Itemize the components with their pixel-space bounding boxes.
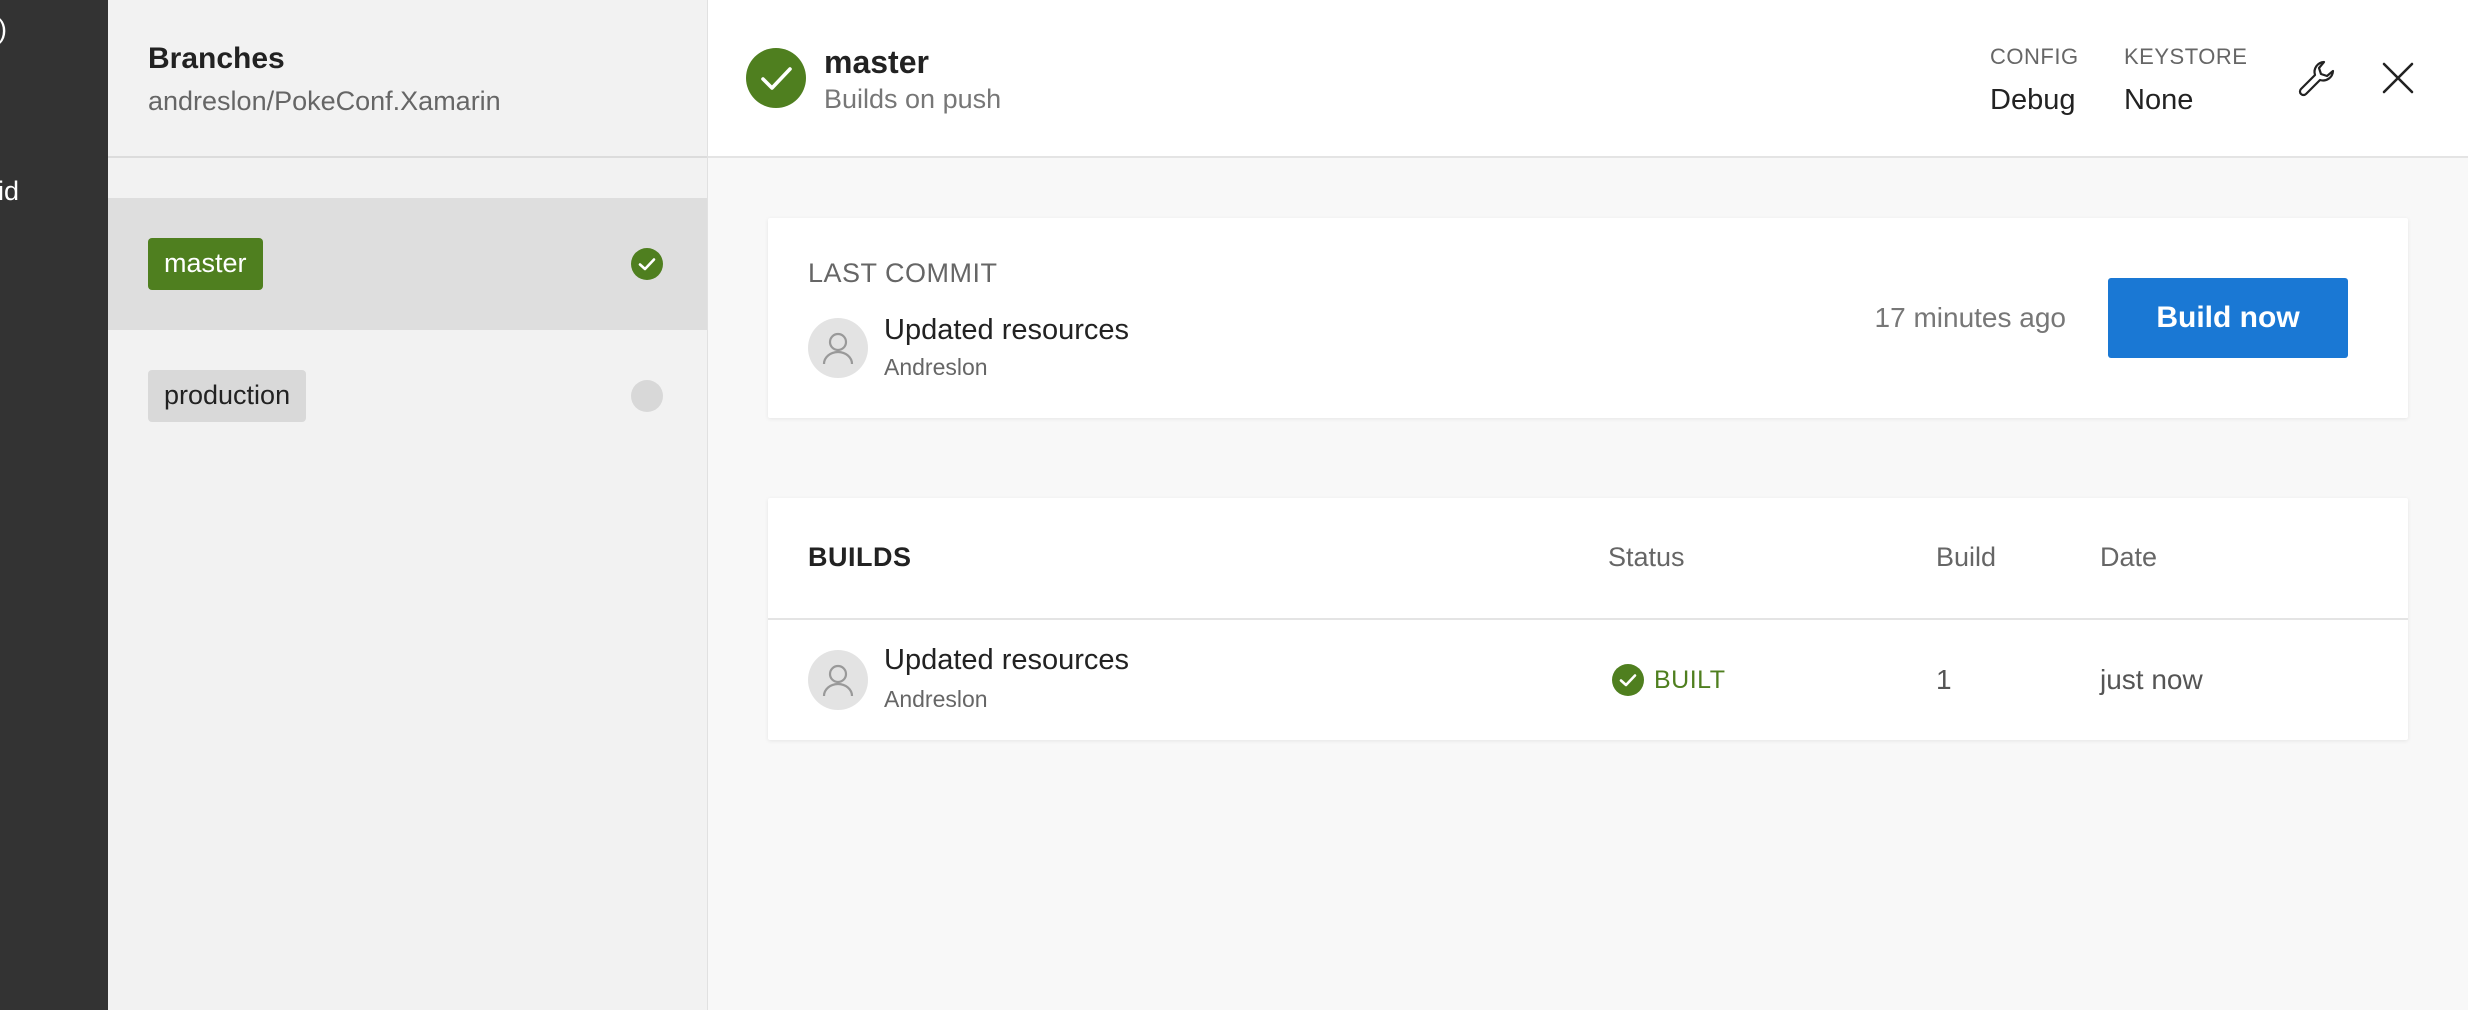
check-circle-icon [1612,664,1644,696]
builds-card: BUILDS Status Build Date Updated resourc… [768,498,2408,740]
branches-title: Branches [148,42,285,75]
branch-item-production[interactable]: production [108,330,707,462]
branches-header: Branches andreslon/PokeConf.Xamarin [108,0,707,158]
nav-text-fragment[interactable]: id [0,176,19,207]
build-date: just now [2100,664,2203,695]
column-header-status: Status [1608,542,1685,572]
nav-text-fragment[interactable]: ) [0,14,7,45]
build-status-text: BUILT [1654,665,1726,694]
keystore-label: KEYSTORE [2124,44,2248,69]
table-row[interactable]: Updated resources Andreslon BUILT 1 just… [768,620,2408,740]
status-badge: BUILT [1612,664,1726,696]
avatar [808,318,868,378]
branch-header: master Builds on push CONFIG Debug KEYST… [708,0,2468,158]
last-commit-card: LAST COMMIT Updated resources Andreslon … [768,218,2408,418]
column-header-build: Build [1936,542,1997,572]
config-info: CONFIG Debug [1990,44,2079,117]
avatar [808,650,868,710]
build-trigger-subtitle: Builds on push [824,84,1002,114]
page-title: master [824,44,929,80]
status-circle-icon [631,380,663,412]
last-commit-label: LAST COMMIT [808,258,998,288]
commit-author: Andreslon [884,354,988,380]
check-circle-icon [631,248,663,280]
column-header-date: Date [2100,542,2158,572]
build-author: Andreslon [884,686,988,712]
branch-item-master[interactable]: master [108,198,707,330]
keystore-value: None [2124,84,2194,116]
keystore-info: KEYSTORE None [2124,44,2247,117]
config-value: Debug [1990,84,2076,116]
wrench-icon[interactable] [2294,54,2342,102]
builds-table-header: BUILDS Status Build Date [768,498,2408,620]
main-area: master Builds on push CONFIG Debug KEYST… [708,0,2468,1010]
build-commit-message: Updated resources [884,644,1130,676]
repo-name: andreslon/PokeConf.Xamarin [148,86,501,116]
build-number: 1 [1936,664,1952,695]
branch-list: master production [108,198,707,462]
config-label: CONFIG [1990,44,2079,69]
build-now-button[interactable]: Build now [2108,278,2348,358]
left-nav: ) id [0,0,108,1010]
close-icon[interactable] [2374,54,2422,102]
branches-panel: Branches andreslon/PokeConf.Xamarin mast… [108,0,708,1010]
commit-message: Updated resources [884,314,1130,346]
branch-tag: production [148,370,307,422]
app-window: ) id Branches andreslon/PokeConf.Xamarin… [0,0,2468,1010]
branch-tag: master [148,238,263,290]
builds-title: BUILDS [808,542,912,572]
check-circle-icon [746,48,806,108]
commit-time: 17 minutes ago [1874,302,2066,333]
